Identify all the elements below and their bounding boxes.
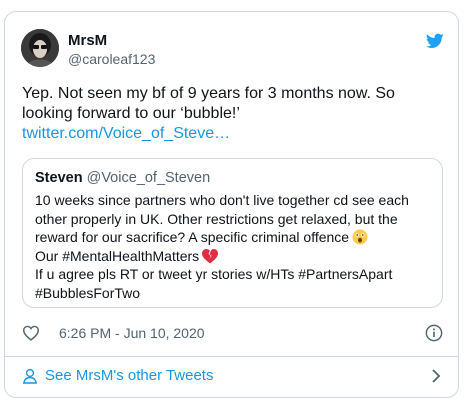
tweet-text-block: Yep. Not seen my bf of 9 years for 3 mon… [22, 84, 432, 144]
avatar[interactable] [21, 29, 59, 67]
tweet-link[interactable]: twitter.com/Voice_of_Steve… [22, 124, 432, 144]
broken-heart-icon [202, 248, 219, 264]
quoted-tweet-line: 10 weeks since partners who don't live t… [35, 191, 435, 247]
see-other-tweets-link[interactable]: See MrsM's other Tweets [22, 366, 443, 386]
tweet-timestamp[interactable]: 6:26 PM - Jun 10, 2020 [59, 325, 205, 341]
quoted-tweet[interactable]: Steven @Voice_of_Steven 10 weeks since p… [22, 158, 443, 308]
embedded-tweet-card: MrsM @caroleaf123 Yep. Not seen my bf of… [4, 11, 459, 398]
like-heart-icon[interactable] [22, 325, 40, 341]
author-handle[interactable]: @caroleaf123 [68, 51, 155, 67]
quoted-tweet-header: Steven @Voice_of_Steven [35, 170, 210, 186]
quoted-line-3: If u agree pls RT or tweet yr stories w/… [35, 266, 393, 301]
quoted-line-2: Our #MentalHealthMatters [35, 247, 200, 264]
divider [5, 356, 458, 357]
tweet-meta: 6:26 PM - Jun 10, 2020 [22, 324, 443, 344]
twitter-bird-icon[interactable] [426, 33, 444, 49]
person-icon [22, 368, 38, 384]
tweet-text: Yep. Not seen my bf of 9 years for 3 mon… [22, 85, 395, 122]
see-other-tweets-label: See MrsM's other Tweets [45, 367, 214, 384]
avatar-photo-icon [21, 29, 59, 67]
quoted-tweet-line: Our #MentalHealthMatters [35, 247, 435, 266]
author-name[interactable]: MrsM [68, 32, 107, 49]
quoted-author-name: Steven [35, 170, 83, 186]
chevron-right-icon [432, 369, 441, 383]
quoted-tweet-body: 10 weeks since partners who don't live t… [35, 191, 435, 303]
astonished-face-icon [352, 229, 368, 245]
info-icon[interactable] [425, 324, 443, 342]
quoted-author-handle: @Voice_of_Steven [86, 170, 211, 186]
